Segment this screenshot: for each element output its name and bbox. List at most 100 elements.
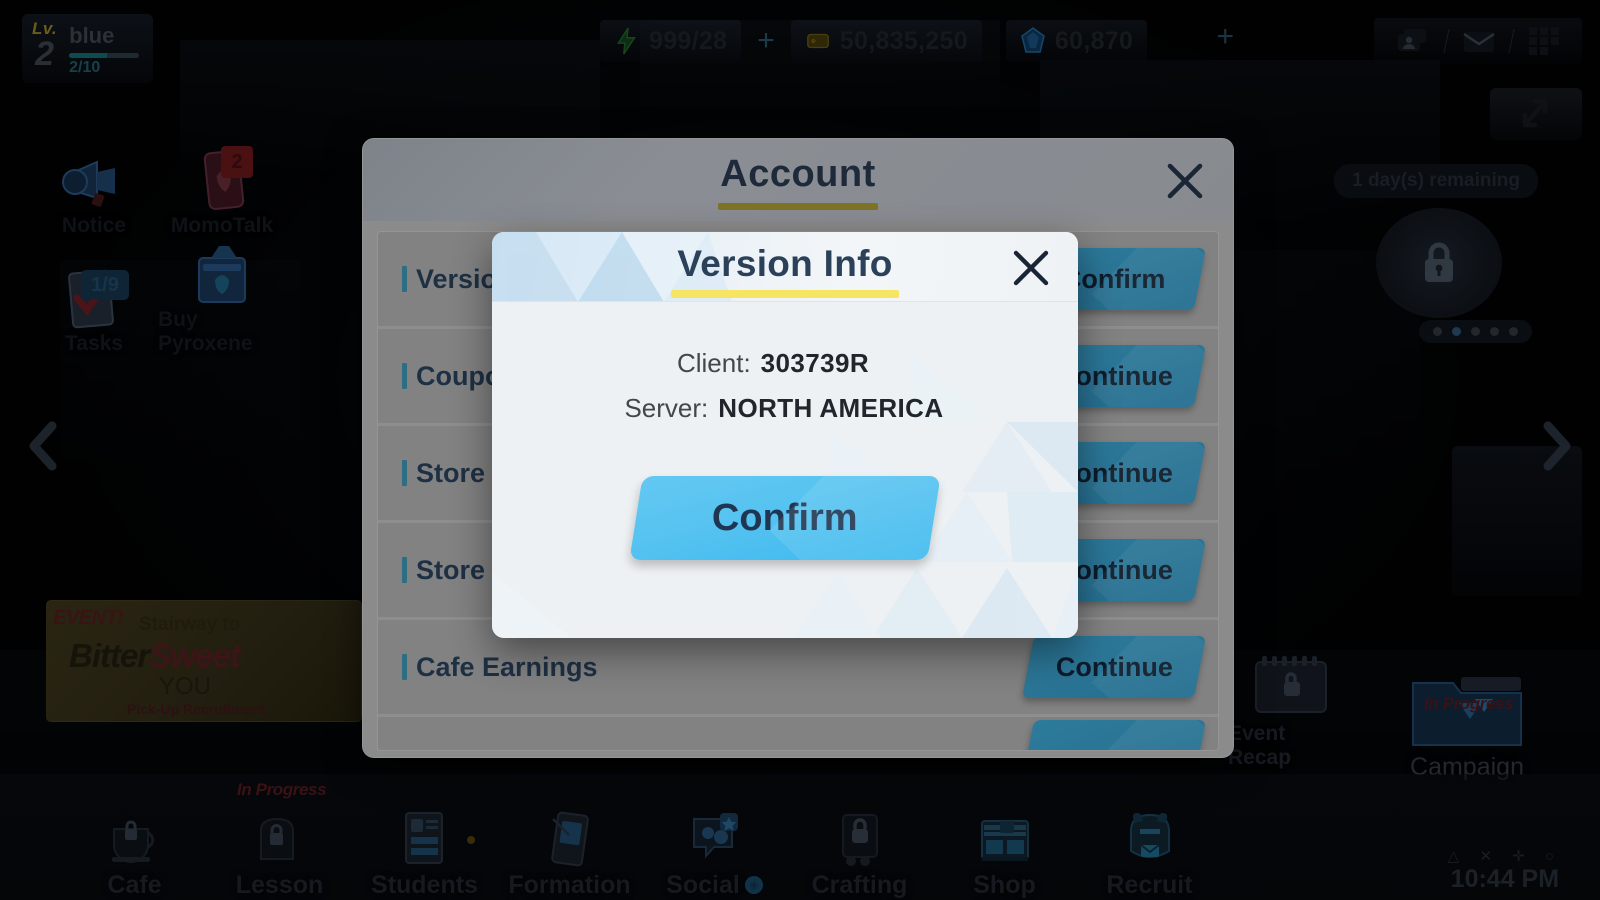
momotalk-badge: 2 <box>221 146 253 178</box>
pyroxene-currency[interactable]: 60,870 <box>1005 20 1148 62</box>
client-label: Client: <box>676 348 751 378</box>
version-modal-header: Version Info <box>492 232 1078 302</box>
event-tag: EVENT! <box>53 607 124 629</box>
confirm-button-wrap: Confirm <box>492 476 1078 560</box>
locked-content-circle[interactable] <box>1376 208 1502 318</box>
row-button-label: Continue <box>1055 651 1173 682</box>
days-remaining-badge: 1 day(s) remaining <box>1334 164 1538 198</box>
row-label-wrap: Store a <box>378 555 508 586</box>
menu-grid-icon <box>1529 27 1559 55</box>
confirm-button[interactable]: Confirm <box>629 476 941 560</box>
nav-item-recruit[interactable]: Recruit <box>1077 784 1222 900</box>
menu-item-momotalk[interactable]: 2 MomoTalk <box>158 132 286 238</box>
event-title-part2: Sweet <box>149 637 240 674</box>
nav-item-cafe[interactable]: Cafe <box>62 784 207 900</box>
nav-item-crafting[interactable]: Crafting <box>787 784 932 900</box>
pyroxene-value: 60,870 <box>1054 26 1134 55</box>
row-button-cafe-earnings[interactable]: Continue <box>1021 636 1207 698</box>
social-add-icon[interactable]: + <box>744 876 763 894</box>
lesson-progress-tag: In Progress <box>237 780 327 799</box>
row-label-cafe-earnings: Cafe Earnings <box>416 651 598 682</box>
carousel-dot[interactable] <box>1433 327 1442 336</box>
event-banner[interactable]: EVENT! Stairway to BitterSweet YOU Pick-… <box>46 600 362 722</box>
xp-progress-bar <box>69 53 140 59</box>
close-icon <box>1013 250 1049 286</box>
nav-label-social: Social + <box>666 871 763 900</box>
social-chat-icon <box>684 811 746 869</box>
menu-item-tasks[interactable]: 1/9 Tasks <box>30 250 158 356</box>
nav-item-lesson[interactable]: In Progress Lesson <box>207 780 352 900</box>
store-icon <box>974 811 1036 869</box>
nav-label-social-text: Social <box>666 871 740 899</box>
nav-label-crafting: Crafting <box>811 871 908 899</box>
nav-item-formation[interactable]: Formation <box>497 784 642 900</box>
profile-card-button[interactable] <box>1380 28 1446 54</box>
version-close-button[interactable] <box>1010 247 1052 289</box>
xp-value: 2/10 <box>69 59 101 77</box>
crafting-lock-icon <box>829 811 891 869</box>
ap-currency[interactable]: 999/28 <box>600 20 742 62</box>
carousel-prev-arrow[interactable] <box>22 418 66 474</box>
expand-button[interactable] <box>1490 88 1582 140</box>
account-dialog-header: Account <box>363 139 1233 221</box>
version-modal-title: Version Info <box>677 243 893 284</box>
nav-label-students: Students <box>371 871 478 899</box>
menu-label-notice: Notice <box>61 214 127 237</box>
carousel-dot-active[interactable] <box>1452 327 1461 336</box>
campaign-progress-tag: In Progress <box>1424 694 1514 713</box>
version-info-modal: Version Info Client: 303739R Server: NOR… <box>492 232 1078 638</box>
row-button-partial[interactable] <box>1021 720 1207 750</box>
menu-item-notice[interactable]: Notice <box>30 132 158 238</box>
ap-add-button[interactable]: + <box>741 26 791 56</box>
carousel-dot[interactable] <box>1509 327 1518 336</box>
megaphone-icon <box>57 150 131 212</box>
menu-label-tasks: Tasks <box>65 332 123 355</box>
student-list-icon <box>394 811 456 869</box>
credits-currency[interactable]: 50,835,250 <box>790 20 982 62</box>
row-accent-bar <box>402 266 407 292</box>
nav-item-shop[interactable]: Shop <box>932 784 1077 900</box>
profile-card-icon <box>1398 29 1426 51</box>
students-notification-dot <box>467 836 475 844</box>
nav-label-shop: Shop <box>973 871 1036 899</box>
player-name: blue <box>69 23 115 48</box>
side-banner-card[interactable] <box>1452 446 1582 596</box>
controller-glyphs: △ ✕ ✛ ○ <box>1447 848 1562 865</box>
shortcut-event-recap[interactable]: Event Recap <box>1228 640 1354 770</box>
shortcut-campaign[interactable]: In Progress Campaign <box>1382 622 1552 782</box>
clock-time: 10:44 PM <box>1450 865 1560 893</box>
nav-item-social[interactable]: Social + <box>642 784 787 900</box>
mail-button[interactable] <box>1447 29 1511 54</box>
backpack-icon <box>249 811 311 869</box>
recruit-character-icon <box>1119 811 1181 869</box>
bottom-nav-items: Cafe In Progress Lesson Students Formati… <box>0 780 1222 900</box>
system-clock-area: △ ✕ ✛ ○ 10:44 PM <box>1448 847 1562 894</box>
pyroxene-add-button[interactable]: + <box>1206 20 1252 54</box>
carousel-dot[interactable] <box>1490 327 1499 336</box>
menu-grid-button[interactable] <box>1512 26 1576 56</box>
ap-value: 999/28 <box>649 26 728 55</box>
account-dialog-title: Account <box>720 153 876 195</box>
account-row-partial[interactable] <box>378 717 1218 750</box>
row-accent-bar <box>402 557 407 583</box>
nav-label-cafe: Cafe <box>107 871 162 899</box>
clipboard-check-icon: 1/9 <box>57 268 131 330</box>
account-close-button[interactable] <box>1163 159 1207 203</box>
confirm-button-label: Confirm <box>712 496 858 539</box>
row-accent-bar <box>402 460 407 486</box>
event-title: BitterSweet <box>69 637 241 675</box>
top-right-icon-bar <box>1374 18 1582 64</box>
server-value: NORTH AMERICA <box>718 393 944 423</box>
version-modal-body: Client: 303739R Server: NORTH AMERICA Co… <box>492 302 1078 560</box>
menu-item-buy-pyroxene[interactable]: Buy Pyroxene <box>158 246 286 356</box>
player-profile[interactable]: Lv. 2 blue 2/10 <box>22 14 154 84</box>
left-menu: Notice 2 MomoTalk 1/9 Tasks Buy Pyroxene <box>30 132 286 356</box>
event-line3: YOU <box>159 673 212 700</box>
title-underline <box>718 203 878 210</box>
server-label: Server: <box>624 393 709 423</box>
nav-item-students[interactable]: Students <box>352 784 497 900</box>
carousel-dot[interactable] <box>1471 327 1480 336</box>
row-label-wrap: Store a <box>378 458 508 489</box>
row-accent-bar <box>402 363 407 389</box>
carousel-dots[interactable] <box>1419 320 1532 343</box>
